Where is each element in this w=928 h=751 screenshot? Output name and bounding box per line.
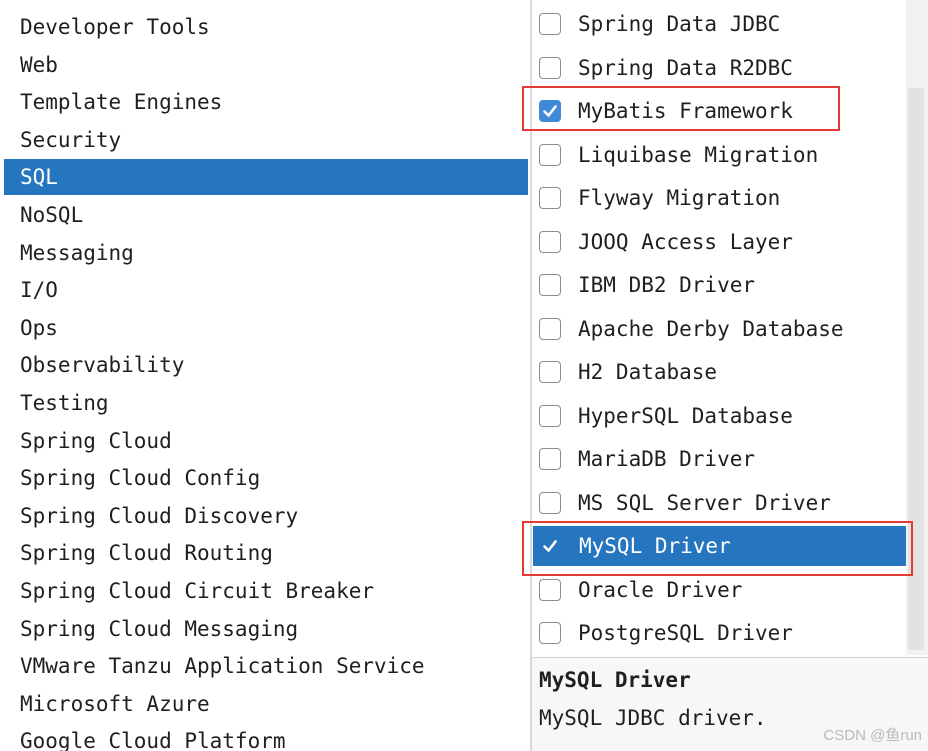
category-item-microsoft-azure[interactable]: Microsoft Azure xyxy=(4,686,528,722)
dependency-checkbox[interactable] xyxy=(539,274,561,296)
category-item-label: Security xyxy=(20,127,122,152)
dependency-checkbox[interactable] xyxy=(539,361,561,383)
checkmark-icon xyxy=(541,102,559,120)
dependency-label: IBM DB2 Driver xyxy=(578,273,756,297)
dependency-label: Flyway Migration xyxy=(578,186,781,210)
dependency-checkbox[interactable] xyxy=(539,317,561,340)
watermark: CSDN @鱼run xyxy=(823,727,922,744)
dependency-label: JOOQ Access Layer xyxy=(578,229,793,254)
description-panel: MySQL Driver MySQL JDBC driver. CSDN @鱼r… xyxy=(532,657,928,751)
category-item-testing[interactable]: Testing xyxy=(4,385,528,421)
dependency-checkbox[interactable] xyxy=(539,100,561,122)
dependency-checkbox[interactable] xyxy=(539,230,561,253)
category-item-spring-cloud-discovery[interactable]: Spring Cloud Discovery xyxy=(4,498,528,534)
category-item-vmware-tanzu-application-service[interactable]: VMware Tanzu Application Service xyxy=(4,648,528,684)
dependency-item-postgresql-driver[interactable]: PostgreSQL Driver xyxy=(532,613,906,653)
checkmark-icon xyxy=(541,537,559,555)
category-item-spring-cloud[interactable]: Spring Cloud xyxy=(4,423,528,459)
category-item-template-engines[interactable]: Template Engines xyxy=(4,84,528,120)
dependency-checkbox[interactable] xyxy=(539,404,561,427)
dependency-checkbox[interactable] xyxy=(539,578,561,601)
dependency-label: MS SQL Server Driver xyxy=(578,490,831,515)
dependency-label: Oracle Driver xyxy=(578,577,743,602)
dependency-list[interactable]: Spring Data JDBC Spring Data R2DBC MyBatis… xyxy=(532,0,928,655)
category-item-label: Spring Cloud Messaging xyxy=(20,616,299,641)
dependency-item-mariadb-driver[interactable]: MariaDB Driver xyxy=(532,439,906,479)
dependency-item-spring-data-r2dbc[interactable]: Spring Data R2DBC xyxy=(532,48,906,88)
dependency-item-ms-sql-server-driver[interactable]: MS SQL Server Driver xyxy=(532,483,906,523)
category-item-web[interactable]: Web xyxy=(4,47,528,83)
category-item-spring-cloud-routing[interactable]: Spring Cloud Routing xyxy=(4,535,528,571)
category-item-observability[interactable]: Observability xyxy=(4,347,528,383)
category-item-label: Observability xyxy=(20,353,185,378)
category-item-label: Google Cloud Platform xyxy=(20,729,286,751)
category-item-security[interactable]: Security xyxy=(4,122,528,158)
dependency-label: MySQL Driver xyxy=(579,534,731,558)
dependency-label: Spring Data JDBC xyxy=(578,12,781,36)
category-list[interactable]: Developer Tools Web Template Engines Securi… xyxy=(0,0,530,751)
dependency-label: Spring Data R2DBC xyxy=(578,55,793,80)
scrollbar-thumb[interactable] xyxy=(908,88,924,650)
category-item-spring-cloud-config[interactable]: Spring Cloud Config xyxy=(4,460,528,496)
category-item-google-cloud-platform[interactable]: Google Cloud Platform xyxy=(4,723,528,751)
category-item-spring-cloud-circuit-breaker[interactable]: Spring Cloud Circuit Breaker xyxy=(4,573,528,609)
dependency-checkbox[interactable] xyxy=(539,143,561,166)
category-item-label: Spring Cloud Routing xyxy=(20,541,273,566)
dependency-checkbox[interactable] xyxy=(539,448,561,470)
category-item-label: Ops xyxy=(20,315,58,340)
dependency-item-apache-derby-database[interactable]: Apache Derby Database xyxy=(532,309,906,349)
category-item-label: SQL xyxy=(20,165,58,190)
dependency-checkbox[interactable] xyxy=(539,56,561,79)
dependency-item-jooq-access-layer[interactable]: JOOQ Access Layer xyxy=(532,222,906,262)
category-item-label: Developer Tools xyxy=(20,15,210,39)
dependency-item-mybatis-framework[interactable]: MyBatis Framework xyxy=(532,91,906,131)
category-item-developer-tools[interactable]: Developer Tools xyxy=(4,9,528,45)
category-item-label: Web xyxy=(20,52,58,77)
category-item-label: NoSQL xyxy=(20,203,84,227)
dependency-label: Liquibase Migration xyxy=(578,142,819,167)
dependency-item-flyway-migration[interactable]: Flyway Migration xyxy=(532,178,906,218)
category-item-label: VMware Tanzu Application Service xyxy=(20,654,425,679)
description-title: MySQL Driver xyxy=(539,668,691,692)
category-item-sql[interactable]: SQL xyxy=(4,159,528,196)
dependency-item-ibm-db2-driver[interactable]: IBM DB2 Driver xyxy=(532,265,906,305)
dependency-label: MariaDB Driver xyxy=(578,447,756,471)
dependency-item-oracle-driver[interactable]: Oracle Driver xyxy=(532,570,906,610)
category-item-label: Spring Cloud xyxy=(20,428,172,453)
category-item-label: Spring Cloud Config xyxy=(20,466,261,491)
dependency-label: PostgreSQL Driver xyxy=(578,621,793,645)
dependency-checkbox[interactable] xyxy=(539,187,561,209)
dependency-label: Apache Derby Database xyxy=(578,316,844,341)
category-item-label: Spring Cloud Circuit Breaker xyxy=(20,579,375,603)
category-item-ops[interactable]: Ops xyxy=(4,310,528,346)
category-item-label: Testing xyxy=(20,391,109,415)
category-item-spring-cloud-messaging[interactable]: Spring Cloud Messaging xyxy=(4,611,528,647)
dependency-label: H2 Database xyxy=(578,360,718,384)
category-item-label: Spring Cloud Discovery xyxy=(20,503,299,528)
dependency-item-hypersql-database[interactable]: HyperSQL Database xyxy=(532,396,906,436)
dependency-item-liquibase-migration[interactable]: Liquibase Migration xyxy=(532,135,906,175)
dependency-label: MyBatis Framework xyxy=(578,99,793,123)
dependency-checkbox[interactable] xyxy=(539,535,561,557)
dependency-item-spring-data-jdbc[interactable]: Spring Data JDBC xyxy=(532,4,906,44)
dependency-label: HyperSQL Database xyxy=(578,403,793,428)
category-item-label: I/O xyxy=(20,278,58,303)
category-item-messaging[interactable]: Messaging xyxy=(4,235,528,271)
dependency-item-mysql-driver[interactable]: MySQL Driver xyxy=(533,526,906,566)
category-item-i-o[interactable]: I/O xyxy=(4,272,528,308)
category-item-nosql[interactable]: NoSQL xyxy=(4,197,528,233)
description-text: MySQL JDBC driver. xyxy=(539,706,767,730)
dependency-checkbox[interactable] xyxy=(539,13,561,35)
category-item-label: Messaging xyxy=(20,240,134,265)
dependency-item-h2-database[interactable]: H2 Database xyxy=(532,352,906,392)
dependency-checkbox[interactable] xyxy=(539,491,561,514)
category-item-label: Microsoft Azure xyxy=(20,691,210,716)
category-item-label: Template Engines xyxy=(20,90,223,115)
dependency-checkbox[interactable] xyxy=(539,622,561,644)
